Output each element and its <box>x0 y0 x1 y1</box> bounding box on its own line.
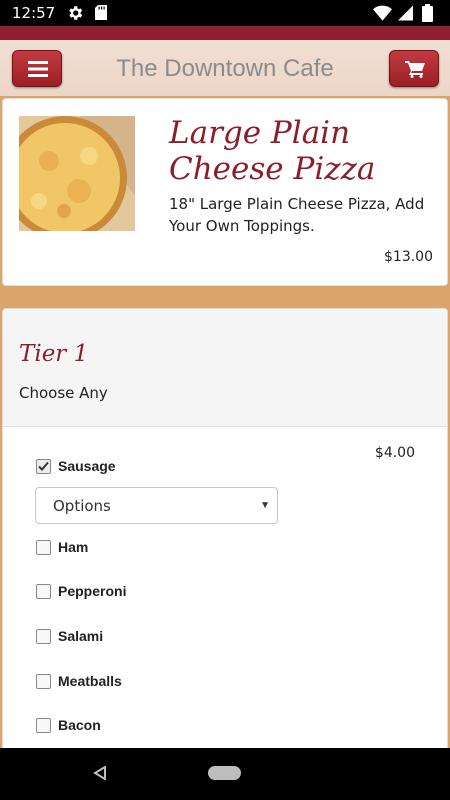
product-title: Large Plain Cheese Pizza <box>169 115 376 187</box>
option-price: $4.00 <box>374 445 415 461</box>
option-label: Meatballs <box>58 673 122 689</box>
app-header: The Downtown Cafe <box>0 40 450 96</box>
status-time: 12:57 <box>12 4 56 22</box>
battery-icon <box>422 4 433 22</box>
option-label: Bacon <box>58 717 101 733</box>
menu-button[interactable] <box>12 50 62 87</box>
product-description: 18" Large Plain Cheese Pizza, Add Your O… <box>169 195 425 235</box>
sd-card-icon <box>95 5 107 20</box>
product-card: Large Plain Cheese Pizza 18" Large Plain… <box>2 98 448 286</box>
wifi-icon <box>373 5 392 21</box>
top-accent-strip <box>0 26 450 40</box>
bacon-checkbox[interactable] <box>36 718 51 733</box>
salami-checkbox[interactable] <box>36 629 51 644</box>
cart-icon <box>405 61 425 78</box>
sausage-checkbox[interactable] <box>36 459 51 474</box>
pizza-image <box>19 116 135 231</box>
options-panel: Tier 1 Choose Any $4.00 Sausage Options … <box>2 308 448 758</box>
meatballs-checkbox[interactable] <box>36 674 51 689</box>
chevron-down-icon: ▼ <box>260 500 270 511</box>
option-label: Sausage <box>58 458 116 474</box>
navigation-bar <box>0 748 450 800</box>
ham-checkbox[interactable] <box>36 540 51 555</box>
checkmark-icon <box>38 461 49 471</box>
options-select[interactable]: Options ▼ <box>35 487 278 524</box>
app-title: The Downtown Cafe <box>116 55 334 82</box>
option-label: Salami <box>58 628 104 644</box>
tier-title: Tier 1 <box>19 341 89 367</box>
tier-subtitle: Choose Any <box>19 384 108 402</box>
gear-icon <box>69 6 83 20</box>
home-button[interactable] <box>208 766 241 780</box>
tier-header: Tier 1 Choose Any <box>3 309 447 427</box>
select-value: Options <box>53 497 111 515</box>
signal-icon <box>398 5 413 21</box>
status-bar: 12:57 <box>0 0 450 26</box>
cart-button[interactable] <box>389 50 439 87</box>
back-icon[interactable] <box>93 766 107 780</box>
pepperoni-checkbox[interactable] <box>36 584 51 599</box>
menu-icon <box>28 61 48 77</box>
option-label: Ham <box>58 539 89 555</box>
product-price: $13.00 <box>384 249 433 265</box>
option-label: Pepperoni <box>58 583 127 599</box>
